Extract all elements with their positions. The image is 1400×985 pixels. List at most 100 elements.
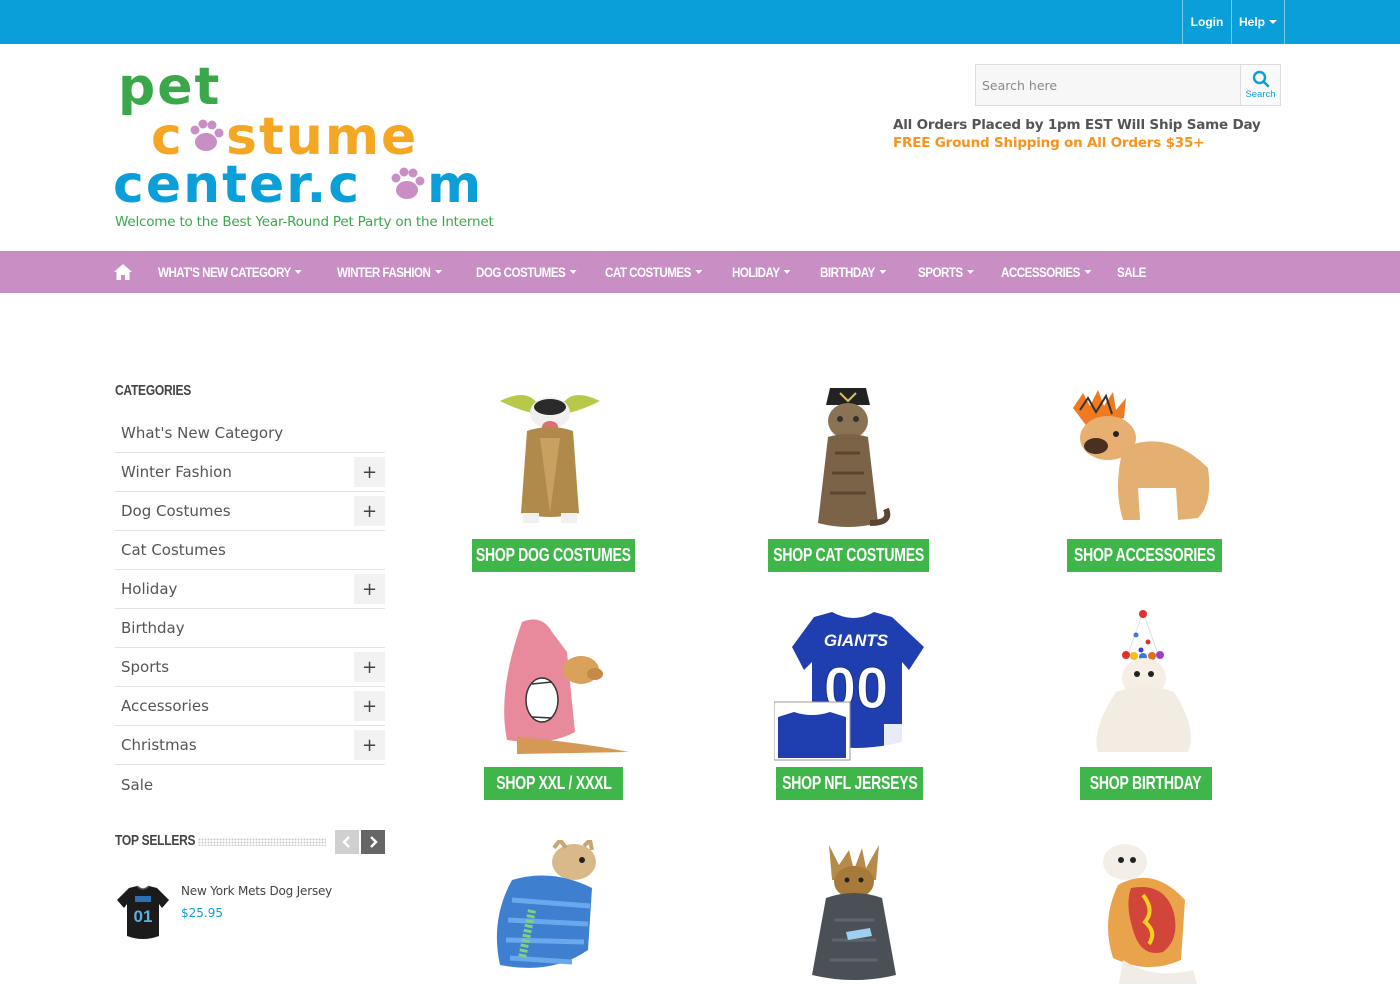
chevron-down-icon [295,270,302,274]
next-button[interactable] [361,830,385,854]
chevron-down-icon [966,270,974,274]
yoda-dog-illustration [500,395,600,523]
login-link[interactable]: Login [1182,0,1231,44]
logo-line3: center.c [113,155,361,215]
category-label: Sale [121,775,154,794]
expand-icon[interactable]: + [354,730,385,760]
nav-item-dog-costumes[interactable]: DOG COSTUMES [476,265,587,280]
search-button-label: Search [1245,89,1276,100]
category-label: Holiday [121,580,178,598]
product-thumbnail[interactable]: 01 [115,884,171,942]
home-icon[interactable] [113,262,133,282]
category-item[interactable]: Winter Fashion + [115,453,385,492]
xxl-costume-image[interactable] [497,612,633,758]
cat-costume-image[interactable] [800,383,896,535]
category-label: Dog Costumes [121,502,231,520]
paw-icon [190,119,224,151]
chevron-down-icon [569,270,577,274]
button-label: SHOP NFL JERSEYS [781,773,918,793]
expand-icon[interactable]: + [354,574,385,604]
chevron-right-icon [370,836,378,848]
search-icon [1252,70,1269,88]
main-nav: WHAT'S NEW CATEGORY WINTER FASHION DOG C… [0,251,1400,293]
free-shipping-notice: FREE Ground Shipping on All Orders $35+ [893,135,1205,151]
cat-illustration [818,388,891,527]
category-label: What's New Category [121,424,284,442]
chevron-down-icon [1269,20,1277,24]
site-logo[interactable]: pet c stume center.c m [113,60,493,235]
jersey-team-text: GIANTS [824,631,889,650]
chevron-down-icon [434,270,442,274]
nav-item-whats-new[interactable]: WHAT'S NEW CATEGORY [158,265,312,280]
shop-dog-costumes-button[interactable]: SHOP DOG COSTUMES [472,539,635,572]
nav-item-birthday[interactable]: BIRTHDAY [820,265,904,280]
category-item[interactable]: Accessories + [115,687,385,726]
category-item[interactable]: Christmas + [115,726,385,765]
category-list: What's New Category Winter Fashion + Dog … [115,414,385,804]
chevron-down-icon [695,270,703,274]
shop-xxl-button[interactable]: SHOP XXL / XXXL [484,767,623,800]
jersey-illustration: GIANTS 00 [774,612,924,761]
nav-item-holiday[interactable]: HOLIDAY [732,265,808,280]
nav-item-accessories[interactable]: ACCESSORIES [1001,265,1101,280]
nav-menu: WHAT'S NEW CATEGORY WINTER FASHION DOG C… [158,251,1157,293]
svg-text:01: 01 [134,907,153,926]
nav-label: CAT COSTUMES [605,264,691,280]
category-label: Winter Fashion [121,463,232,481]
search-input[interactable] [976,65,1240,105]
nav-item-cat-costumes[interactable]: CAT COSTUMES [605,265,714,280]
help-label: Help [1238,15,1265,29]
mohawk-dog-illustration [1073,390,1210,520]
category-item[interactable]: Cat Costumes [115,531,385,570]
chevron-down-icon [879,270,886,274]
divider [198,838,326,846]
chevron-left-icon [342,836,350,848]
nav-item-winter-fashion[interactable]: WINTER FASHION [337,265,457,280]
accessories-image[interactable] [1068,388,1218,528]
paw-icon [391,167,425,199]
category-item[interactable]: Dog Costumes + [115,492,385,531]
coat-dog-image[interactable] [804,840,904,985]
expand-icon[interactable]: + [354,496,385,526]
category-item[interactable]: What's New Category [115,414,385,453]
product-price: $25.95 [181,906,223,920]
sweater-dog-illustration [496,840,596,968]
button-label: SHOP ACCESSORIES [1073,545,1216,565]
shop-cat-costumes-button[interactable]: SHOP CAT COSTUMES [768,539,929,572]
category-item[interactable]: Holiday + [115,570,385,609]
button-label: SHOP CAT COSTUMES [773,545,924,565]
category-item[interactable]: Sports + [115,648,385,687]
hotdog-dog-illustration [1103,844,1197,984]
product-name[interactable]: New York Mets Dog Jersey [181,884,332,898]
nfl-jersey-image[interactable]: GIANTS 00 [774,612,926,762]
shipping-notice: All Orders Placed by 1pm EST Will Ship S… [893,117,1261,133]
search-box: Search [975,64,1281,106]
categories-heading: CATEGORIES [115,382,192,399]
party-hat-dog-illustration [1096,610,1191,752]
dog-costume-image[interactable] [495,383,605,533]
category-label: Christmas [121,736,197,754]
nav-item-sale[interactable]: SALE [1117,265,1151,280]
expand-icon[interactable]: + [354,652,385,682]
search-button[interactable]: Search [1240,65,1280,105]
expand-icon[interactable]: + [354,691,385,721]
logo-graphic: pet c stume center.c m [113,60,481,215]
button-label: SHOP XXL / XXXL [495,773,612,793]
nav-item-sports[interactable]: SPORTS [918,265,989,280]
tagline: Welcome to the Best Year-Round Pet Party… [115,214,494,230]
button-label: SHOP DOG COSTUMES [476,545,631,565]
category-label: Sports [121,658,170,676]
category-item[interactable]: Birthday [115,609,385,648]
shop-accessories-button[interactable]: SHOP ACCESSORIES [1067,539,1222,572]
category-label: Birthday [121,619,185,637]
sweater-dog-image[interactable] [492,840,612,985]
shop-birthday-button[interactable]: SHOP BIRTHDAY [1080,767,1212,800]
help-menu[interactable]: Help [1231,0,1285,44]
category-item[interactable]: Sale [115,765,385,804]
shop-nfl-jerseys-button[interactable]: SHOP NFL JERSEYS [776,767,923,800]
expand-icon[interactable]: + [354,457,385,487]
hotdog-dog-image[interactable] [1093,840,1203,985]
prev-button[interactable] [335,830,359,854]
nav-label: WINTER FASHION [337,264,431,280]
birthday-image[interactable] [1086,610,1206,758]
